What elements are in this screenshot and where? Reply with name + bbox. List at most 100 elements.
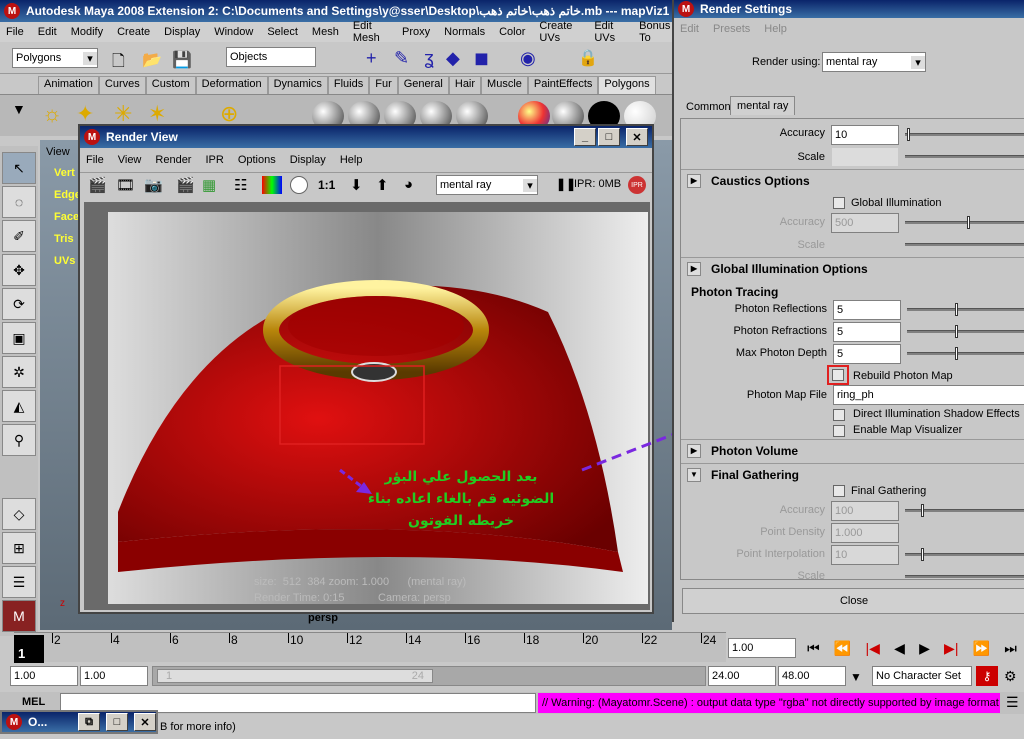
range-start-field[interactable]: 1.00	[80, 666, 148, 686]
shelf-tab-fur[interactable]: Fur	[369, 76, 398, 94]
rv-menu-file[interactable]: File	[86, 154, 104, 166]
tab-mental-ray[interactable]: mental ray	[730, 96, 796, 115]
mel-label[interactable]: MEL	[22, 696, 45, 708]
photon-refractions-field[interactable]: 5	[833, 322, 901, 342]
render-image-area[interactable]: بعد الحصول علي البؤر الضوئيه قم بالغاء ا…	[84, 202, 650, 610]
menu-bonus-to[interactable]: Bonus To	[639, 20, 672, 44]
render-globe-icon[interactable]: ◉	[520, 48, 536, 69]
preferences-icon[interactable]: ⚙	[1004, 668, 1017, 685]
save-scene-icon[interactable]: 💾	[172, 50, 192, 70]
caustics-scale-field[interactable]	[831, 147, 899, 167]
photon-refractions-slider[interactable]	[907, 325, 1024, 338]
step-back-key-icon[interactable]: |◀	[866, 640, 880, 657]
fg-accuracy-field[interactable]: 100	[831, 501, 899, 521]
rs-menu-help[interactable]: Help	[764, 23, 787, 35]
minimize-icon[interactable]: _	[574, 128, 596, 146]
photon-reflections-field[interactable]: 5	[833, 300, 901, 320]
objects-field[interactable]: Objects	[226, 47, 316, 67]
display-icon[interactable]: ◕	[404, 176, 413, 193]
shelf-tab-hair[interactable]: Hair	[448, 76, 482, 94]
four-pane-icon[interactable]: ⊞	[2, 532, 36, 564]
rv-menu-help[interactable]: Help	[340, 154, 363, 166]
menuset-dropdown[interactable]: Polygons ▾	[12, 48, 98, 68]
menu-window[interactable]: Window	[214, 26, 253, 38]
caustics-accuracy-slider[interactable]	[905, 128, 1024, 141]
play-backward-icon[interactable]: ◀	[894, 640, 905, 657]
menu-create[interactable]: Create	[117, 26, 150, 38]
final-gathering-section[interactable]: ▼ Final Gathering	[681, 463, 1024, 485]
shelf-tab-deformation[interactable]: Deformation	[195, 76, 268, 94]
open-scene-icon[interactable]: 📂	[142, 50, 162, 70]
fg-scale-slider[interactable]	[905, 575, 1024, 578]
current-frame-field[interactable]: 1.00	[728, 638, 796, 658]
gi-scale-slider[interactable]	[905, 243, 1024, 246]
tab-common[interactable]: Common	[682, 100, 735, 114]
rv-menu-display[interactable]: Display	[290, 154, 326, 166]
shelf-tab-dynamics[interactable]: Dynamics	[267, 76, 328, 94]
rv-menu-render[interactable]: Render	[155, 154, 191, 166]
photon-volume-section[interactable]: ▶ Photon Volume	[681, 439, 1024, 461]
caustics-accuracy-field[interactable]: 10	[831, 125, 899, 145]
auto-key-icon[interactable]: ⚷	[976, 666, 998, 686]
max-photon-depth-slider[interactable]	[907, 347, 1024, 360]
render-settings-icon[interactable]: ☷	[234, 176, 247, 194]
shelf-tab-polygons[interactable]: Polygons	[598, 76, 656, 94]
fg-density-field[interactable]: 1.000	[831, 523, 899, 543]
character-set-field[interactable]: No Character Set	[872, 666, 972, 686]
shelf-tab-fluids[interactable]: Fluids	[327, 76, 370, 94]
final-gathering-checkbox[interactable]	[833, 485, 845, 497]
slider-knob[interactable]	[921, 548, 924, 561]
remove-image-icon[interactable]: ⬆	[376, 176, 389, 194]
start-time-field[interactable]: 1.00	[10, 666, 78, 686]
fg-interpolation-field[interactable]: 10	[831, 545, 899, 565]
close-icon[interactable]: ✕	[626, 128, 648, 146]
rv-menu-ipr[interactable]: IPR	[205, 154, 223, 166]
move-tool-icon[interactable]: ✥	[2, 254, 36, 286]
restore-icon[interactable]: ⧉	[78, 713, 100, 731]
rs-menu-presets[interactable]: Presets	[713, 23, 750, 35]
script-editor-icon[interactable]: ☰	[1006, 694, 1019, 711]
snap-grid-icon[interactable]: +	[366, 48, 377, 69]
menu-create-uvs[interactable]: Create UVs	[539, 20, 580, 44]
photon-map-file-field[interactable]: ring_ph	[833, 385, 1024, 405]
close-icon[interactable]: ✕	[134, 713, 156, 731]
menu-edit-uvs[interactable]: Edit UVs	[594, 20, 625, 44]
playback-end-field[interactable]: 48.00	[778, 666, 846, 686]
outliner-pane-icon[interactable]: ☰	[2, 566, 36, 598]
time-slider[interactable]: 1 2 4 6 8 10 12 14 16 18 20 22 24	[14, 632, 726, 663]
lasso-tool-icon[interactable]: ◌	[2, 186, 36, 218]
shelf-tab-curves[interactable]: Curves	[98, 76, 146, 94]
select-tool-icon[interactable]: ↖	[2, 152, 36, 184]
new-scene-icon[interactable]: 🗋	[112, 50, 125, 77]
menu-color[interactable]: Color	[499, 26, 525, 38]
refresh-ipr-icon[interactable]: ▦	[202, 176, 216, 194]
step-forward-icon[interactable]: ⏩	[973, 640, 990, 657]
snap-curve-icon[interactable]: ✎	[394, 48, 409, 69]
global-illumination-checkbox[interactable]	[833, 197, 845, 209]
maximize-icon[interactable]: □	[598, 128, 620, 146]
snap-point-icon[interactable]: ʓ	[424, 48, 434, 69]
fg-accuracy-slider[interactable]	[905, 504, 1024, 517]
show-manip-icon[interactable]: ⚲	[2, 424, 36, 456]
real-size-label[interactable]: 1:1	[318, 178, 335, 192]
ipr-badge-icon[interactable]: IPR	[628, 176, 646, 194]
rotate-tool-icon[interactable]: ⟳	[2, 288, 36, 320]
settings-scroll-area[interactable]: Accuracy 10 Scale ▶ Caustics Options Glo…	[680, 118, 1024, 580]
current-time-marker[interactable]: 1	[14, 635, 44, 663]
ipr-render-icon[interactable]: 🎬	[176, 176, 195, 194]
maximize-icon[interactable]: □	[106, 713, 128, 731]
range-bar[interactable]: 1 24	[157, 669, 433, 683]
step-forward-key-icon[interactable]: ▶|	[944, 640, 958, 657]
menu-select[interactable]: Select	[267, 26, 298, 38]
slider-knob[interactable]	[921, 504, 924, 517]
slider-knob[interactable]	[955, 347, 958, 360]
render-using-dropdown[interactable]: mental ray ▾	[822, 52, 926, 72]
renderer-dropdown[interactable]: mental ray ▾	[436, 175, 538, 195]
alpha-channel-icon[interactable]	[290, 176, 308, 194]
menu-modify[interactable]: Modify	[71, 26, 103, 38]
chevron-down-icon[interactable]: ▼	[850, 670, 862, 684]
redo-render-icon[interactable]: 🎬	[88, 176, 107, 194]
menu-file[interactable]: File	[6, 26, 24, 38]
snap-plane-icon[interactable]: ◆	[446, 48, 460, 69]
fg-interpolation-slider[interactable]	[905, 548, 1024, 561]
